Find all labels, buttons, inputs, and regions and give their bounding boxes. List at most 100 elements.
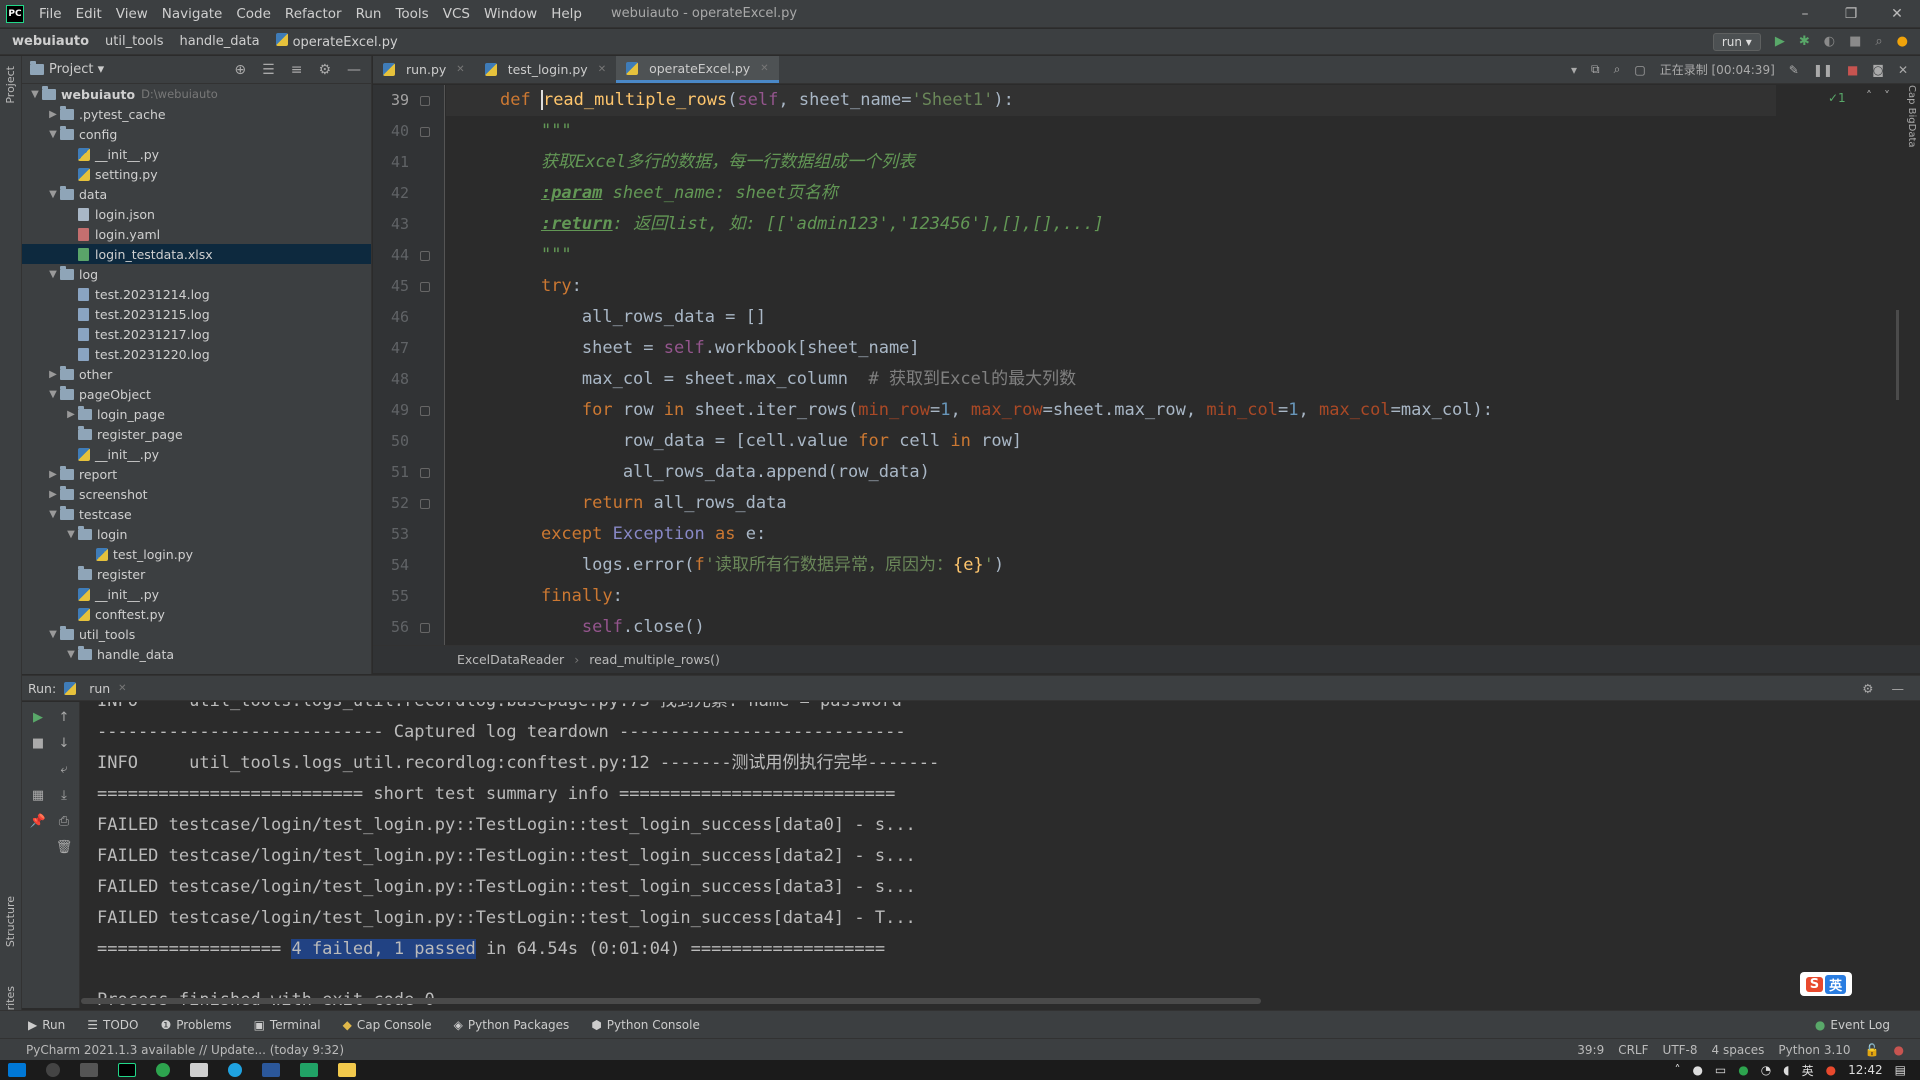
- fold-marker-icon[interactable]: [420, 251, 430, 261]
- code-line[interactable]: try:: [446, 271, 582, 302]
- code-line[interactable]: row_data = [cell.value for cell in row]: [446, 426, 1022, 457]
- code-editor[interactable]: def read_multiple_rows(self, sheet_name=…: [446, 85, 1776, 645]
- file-encoding[interactable]: UTF-8: [1663, 1043, 1698, 1057]
- tree-item[interactable]: __init__.py: [22, 584, 371, 604]
- input-language[interactable]: 英: [1802, 1062, 1814, 1079]
- toolwindow-cap-console[interactable]: ◆ Cap Console: [343, 1018, 432, 1032]
- layout-icon[interactable]: ▦: [28, 788, 48, 803]
- pycharm-taskbar-icon[interactable]: [118, 1063, 136, 1077]
- tree-item[interactable]: test.20231214.log: [22, 284, 371, 304]
- expand-all-icon[interactable]: ☰: [262, 62, 275, 78]
- code-line[interactable]: 获取Excel多行的数据，每一行数据组成一个列表: [446, 147, 915, 178]
- code-line[interactable]: for row in sheet.iter_rows(min_row=1, ma…: [446, 395, 1493, 426]
- tree-item[interactable]: register_page: [22, 424, 371, 444]
- stop-icon[interactable]: ■: [1849, 34, 1861, 49]
- chevron-right-icon[interactable]: ▶: [64, 409, 78, 420]
- fold-marker-icon[interactable]: [420, 623, 430, 633]
- close-tab-icon[interactable]: ✕: [456, 64, 464, 75]
- fold-marker-icon[interactable]: [420, 96, 430, 106]
- code-line[interactable]: :param sheet_name: sheet页名称: [446, 178, 838, 209]
- breadcrumb-method[interactable]: read_multiple_rows(): [589, 652, 720, 667]
- console-horizontal-scrollbar[interactable]: [81, 998, 1261, 1004]
- trash-icon[interactable]: 🗑: [54, 840, 74, 855]
- search-icon[interactable]: [46, 1063, 60, 1077]
- debug-icon[interactable]: ✱: [1799, 34, 1810, 49]
- chevron-down-icon[interactable]: ▼: [46, 129, 60, 140]
- record-stop-icon[interactable]: ■: [1847, 63, 1858, 77]
- stop-icon[interactable]: ■: [28, 736, 48, 751]
- tree-item[interactable]: ▼ log: [22, 264, 371, 284]
- edge-taskbar-icon[interactable]: [228, 1063, 242, 1077]
- caret-position[interactable]: 39:9: [1577, 1043, 1604, 1057]
- code-line[interactable]: finally:: [446, 581, 623, 612]
- code-line[interactable]: sheet = self.workbook[sheet_name]: [446, 333, 920, 364]
- frame-icon[interactable]: ▢: [1634, 63, 1645, 77]
- fold-marker-icon[interactable]: [420, 127, 430, 137]
- run-console[interactable]: INFO util_tools.logs_util.recordlog:base…: [81, 702, 1920, 1008]
- tree-item[interactable]: ▶ other: [22, 364, 371, 384]
- nav-crumb-project[interactable]: webuiauto: [12, 34, 89, 49]
- menu-navigate[interactable]: Navigate: [155, 6, 230, 22]
- notepad-taskbar-icon[interactable]: [190, 1063, 208, 1077]
- menu-view[interactable]: View: [109, 6, 155, 22]
- code-line[interactable]: self.close(): [446, 612, 705, 643]
- code-line[interactable]: def read_multiple_rows(self, sheet_name=…: [446, 85, 1776, 116]
- zoom-icon[interactable]: ⌕: [1614, 62, 1621, 77]
- tree-item[interactable]: ▼ login: [22, 524, 371, 544]
- structure-stripe-button[interactable]: Structure: [4, 896, 17, 947]
- code-line[interactable]: :return: 返回list, 如: [['admin123','123456…: [446, 209, 1104, 240]
- code-line[interactable]: except Exception as e:: [446, 519, 766, 550]
- nav-crumb-handle-data[interactable]: handle_data: [179, 34, 259, 49]
- editor-scrollbar[interactable]: [1896, 310, 1899, 400]
- sogou-icon[interactable]: ●: [1826, 1063, 1836, 1077]
- gear-icon[interactable]: ⚙: [1862, 681, 1873, 696]
- code-line[interactable]: all_rows_data.append(row_data): [446, 457, 930, 488]
- code-line[interactable]: """: [446, 240, 572, 271]
- microphone-icon[interactable]: ●: [1692, 1063, 1702, 1077]
- status-message[interactable]: PyCharm 2021.1.3 available // Update... …: [26, 1043, 344, 1057]
- menu-refactor[interactable]: Refactor: [278, 6, 349, 22]
- tree-item[interactable]: register: [22, 564, 371, 584]
- battery-icon[interactable]: ▭: [1715, 1063, 1726, 1077]
- toolwindow-todo[interactable]: ☰ TODO: [87, 1018, 138, 1032]
- chevron-down-icon[interactable]: ▼: [46, 189, 60, 200]
- toolwindow-terminal[interactable]: ▣ Terminal: [254, 1018, 321, 1032]
- tree-item[interactable]: ▼ util_tools: [22, 624, 371, 644]
- menu-code[interactable]: Code: [229, 6, 278, 22]
- fold-marker-icon[interactable]: [420, 468, 430, 478]
- tab-run-py[interactable]: run.py ✕: [373, 56, 475, 83]
- tree-item[interactable]: ▶ login_page: [22, 404, 371, 424]
- toolwindow-python-console[interactable]: ⬢ Python Console: [591, 1018, 700, 1032]
- chevron-down-icon[interactable]: ▼: [28, 89, 42, 100]
- python-interpreter[interactable]: Python 3.10: [1778, 1043, 1850, 1057]
- clock[interactable]: 12:42: [1848, 1063, 1883, 1077]
- tree-item[interactable]: ▶ screenshot: [22, 484, 371, 504]
- lock-icon[interactable]: 🔓: [1865, 1043, 1880, 1057]
- menu-help[interactable]: Help: [544, 6, 589, 22]
- fold-marker-icon[interactable]: [420, 282, 430, 292]
- hide-icon[interactable]: —: [1892, 681, 1905, 696]
- tree-item[interactable]: test.20231220.log: [22, 344, 371, 364]
- tree-item[interactable]: ▶ .pytest_cache: [22, 104, 371, 124]
- explorer-taskbar-icon[interactable]: [338, 1063, 356, 1077]
- tree-item[interactable]: ▼ config: [22, 124, 371, 144]
- close-icon[interactable]: ✕: [1874, 6, 1920, 22]
- menu-tools[interactable]: Tools: [388, 6, 435, 22]
- breadcrumb-class[interactable]: ExcelDataReader: [457, 652, 564, 667]
- tree-item[interactable]: test.20231215.log: [22, 304, 371, 324]
- code-line[interactable]: """: [446, 116, 572, 147]
- chevron-right-icon[interactable]: ▶: [46, 369, 60, 380]
- close-tab-icon[interactable]: ✕: [760, 63, 768, 74]
- chevron-down-icon[interactable]: ▼: [64, 529, 78, 540]
- menu-file[interactable]: File: [32, 6, 69, 22]
- indent-setting[interactable]: 4 spaces: [1712, 1043, 1765, 1057]
- tree-item[interactable]: ▼ testcase: [22, 504, 371, 524]
- scroll-to-end-icon[interactable]: ⤓: [54, 788, 74, 803]
- line-separator[interactable]: CRLF: [1618, 1043, 1648, 1057]
- collapse-all-icon[interactable]: ≡: [291, 62, 303, 78]
- chevron-down-icon[interactable]: ▼: [46, 509, 60, 520]
- soft-wrap-icon[interactable]: ⤶: [54, 762, 74, 777]
- excel-taskbar-icon[interactable]: [300, 1063, 318, 1077]
- project-view-select[interactable]: Project: [49, 62, 93, 77]
- chevron-down-icon[interactable]: ▼: [46, 269, 60, 280]
